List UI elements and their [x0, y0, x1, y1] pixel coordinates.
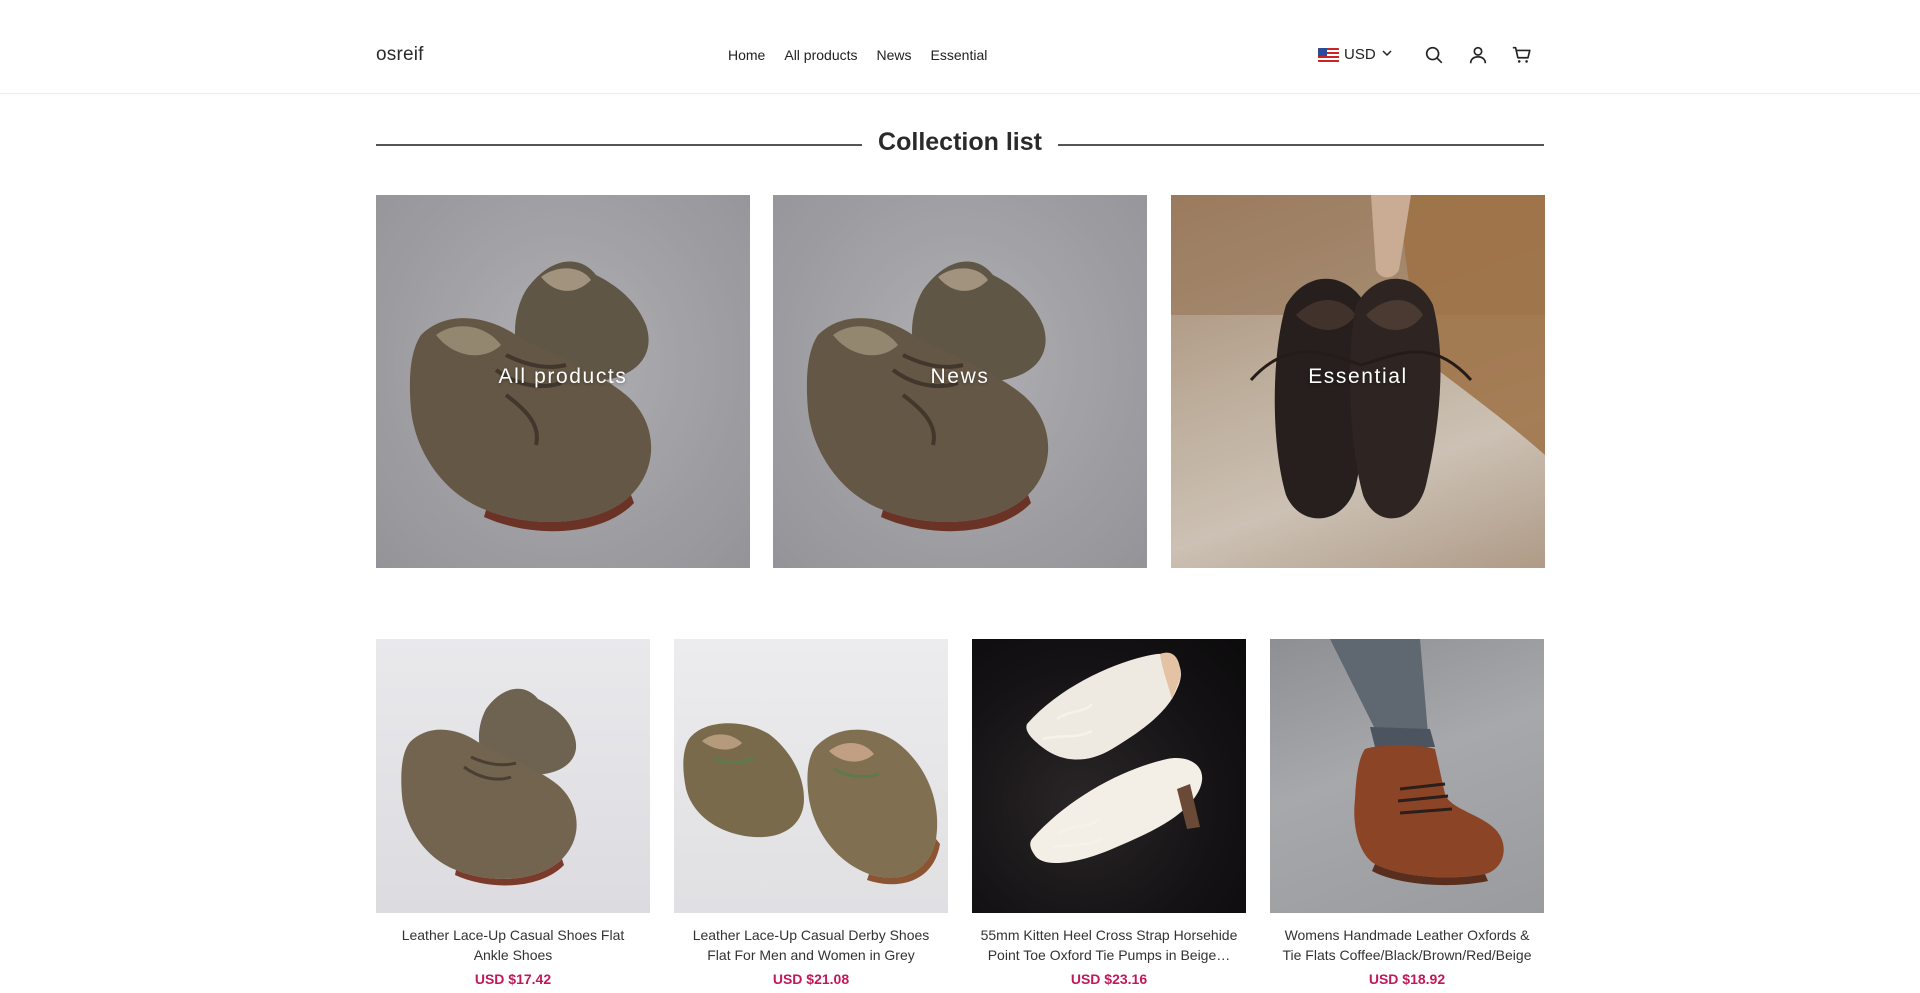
nav-news[interactable]: News [877, 47, 912, 63]
currency-label: USD [1344, 46, 1376, 63]
product-image[interactable] [1270, 639, 1544, 913]
site-logo[interactable]: osreif [376, 44, 424, 66]
product-name[interactable]: Leather Lace-Up Casual Shoes Flat Ankle … [376, 925, 650, 965]
product-image[interactable] [972, 639, 1246, 913]
nav-home[interactable]: Home [728, 47, 765, 63]
currency-selector[interactable]: USD [1318, 46, 1393, 63]
product-name[interactable]: 55mm Kitten Heel Cross Strap Horsehide P… [972, 925, 1246, 965]
us-flag-icon [1318, 47, 1339, 62]
collection-tile-all-products[interactable]: All products [376, 195, 750, 568]
collection-tile-label: News [930, 365, 990, 388]
product-card[interactable]: Womens Handmade Leather Oxfords & Tie Fl… [1270, 639, 1544, 987]
product-card[interactable]: 55mm Kitten Heel Cross Strap Horsehide P… [972, 639, 1246, 987]
collection-tile-label: All products [498, 365, 628, 388]
main-nav: Home All products News Essential [728, 47, 987, 63]
product-image[interactable] [376, 639, 650, 913]
product-price: USD $21.08 [772, 971, 850, 987]
collection-heading: Collection list [376, 128, 1544, 160]
search-icon[interactable] [1423, 44, 1445, 66]
product-price: USD $17.42 [474, 971, 552, 987]
product-image[interactable] [674, 639, 948, 913]
product-card[interactable]: Leather Lace-Up Casual Derby Shoes Flat … [674, 639, 948, 987]
section-title: Collection list [878, 128, 1042, 156]
product-card[interactable]: Leather Lace-Up Casual Shoes Flat Ankle … [376, 639, 650, 987]
cart-icon[interactable] [1511, 44, 1533, 66]
site-header: osreif Home All products News Essential … [0, 0, 1920, 94]
account-icon[interactable] [1467, 44, 1489, 66]
nav-all-products[interactable]: All products [784, 47, 857, 63]
chevron-down-icon [1381, 46, 1393, 63]
product-price: USD $23.16 [1070, 971, 1148, 987]
divider-left [376, 144, 862, 146]
product-name[interactable]: Leather Lace-Up Casual Derby Shoes Flat … [674, 925, 948, 965]
collection-tile-news[interactable]: News [773, 195, 1147, 568]
collection-tile-essential[interactable]: Essential [1171, 195, 1545, 568]
divider-right [1058, 144, 1544, 146]
nav-essential[interactable]: Essential [931, 47, 988, 63]
collection-tile-label: Essential [1308, 365, 1408, 388]
product-price: USD $18.92 [1368, 971, 1446, 987]
product-name[interactable]: Womens Handmade Leather Oxfords & Tie Fl… [1270, 925, 1544, 965]
